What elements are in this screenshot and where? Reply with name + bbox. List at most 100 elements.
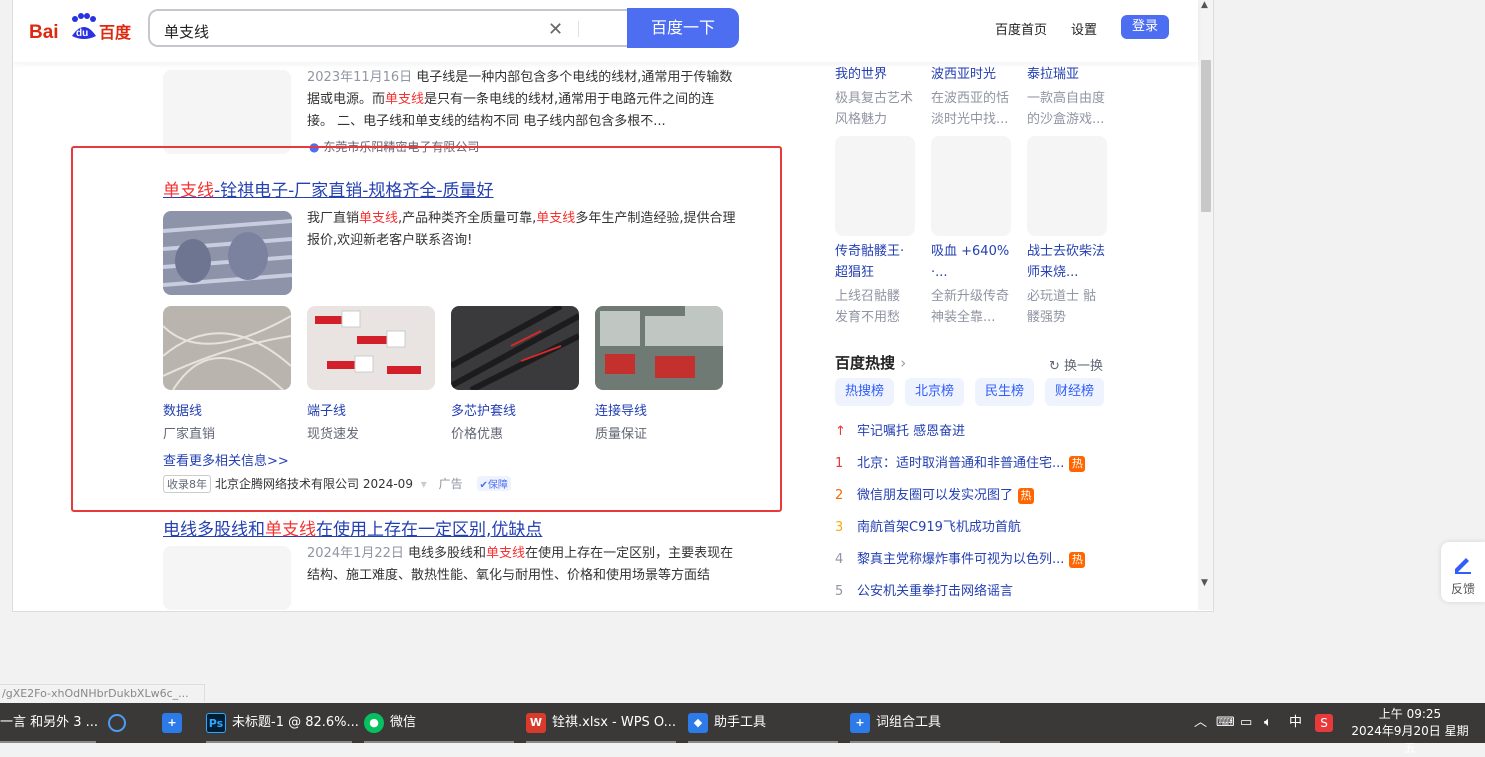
taskbar-item[interactable]: + 词组合工具 xyxy=(850,703,1000,743)
feedback-button[interactable]: 反馈 xyxy=(1441,542,1485,602)
taskbar-item[interactable]: 一言 和另外 3 ... xyxy=(0,703,98,743)
game-desc: 上线召骷髅 xyxy=(835,289,901,304)
ime-indicator[interactable]: 中 xyxy=(1289,703,1302,743)
monitor-icon[interactable]: ▭ xyxy=(1240,703,1252,743)
game-name[interactable]: 超猖狂 xyxy=(835,262,874,283)
ad-main-image[interactable] xyxy=(163,211,292,295)
title-text[interactable]: -铨祺电子-厂家直销-规格齐全-质量好 xyxy=(214,181,494,201)
product-name[interactable]: 连接导线 xyxy=(595,400,647,419)
baidu-home-link[interactable]: 百度首页 xyxy=(995,19,1047,38)
product-image-data-cable[interactable] xyxy=(163,306,291,390)
search-app-icon xyxy=(108,713,126,732)
scrollbar[interactable]: ▲ ▼ xyxy=(1198,0,1213,610)
ad-title-link[interactable]: 单支线-铨祺电子-厂家直销-规格齐全-质量好 xyxy=(163,176,494,201)
product-image-connecting-wire[interactable] xyxy=(595,306,723,390)
title-highlight[interactable]: 单支线 xyxy=(265,520,316,540)
hot-item[interactable]: 2 微信朋友圈可以发实况图了热 xyxy=(835,484,1035,504)
shield-app-icon: ◆ xyxy=(688,712,708,733)
task-label[interactable]: 微信 xyxy=(390,715,416,730)
task-label[interactable]: 一言 和另外 3 ... xyxy=(0,715,98,730)
hot-item-pinned[interactable]: ↑ 牢记嘱托 感恩奋进 xyxy=(835,420,965,439)
wire-image xyxy=(451,306,579,390)
product-image-sheathed-cable[interactable] xyxy=(451,306,579,390)
ad-company[interactable]: 北京企腾网络技术有限公司 2024-09 xyxy=(215,477,413,491)
result-thumbnail[interactable] xyxy=(163,546,291,610)
search-button[interactable]: 百度一下 xyxy=(627,8,739,48)
hot-item-text[interactable]: 黎真主党称爆炸事件可视为以色列... xyxy=(857,552,1064,567)
hot-search-title[interactable]: 百度热搜 › xyxy=(835,352,906,373)
task-label[interactable]: 词组合工具 xyxy=(876,715,941,730)
game-name[interactable]: ·... xyxy=(931,262,948,283)
taskbar-item[interactable]: ● 微信 xyxy=(364,703,514,743)
title-highlight[interactable]: 单支线 xyxy=(163,181,214,201)
tab-hot-list[interactable]: 热搜榜 xyxy=(835,378,895,406)
scrollbar-thumb[interactable] xyxy=(1201,60,1211,212)
task-label[interactable]: 铨祺.xlsx - WPS O... xyxy=(552,715,676,730)
game-thumbnail[interactable] xyxy=(835,136,915,236)
taskbar-item[interactable]: Ps 未标题-1 @ 82.6%... xyxy=(206,703,359,743)
tab-beijing-list[interactable]: 北京榜 xyxy=(905,378,965,406)
hot-item[interactable]: 1 北京：适时取消普通和非普通住宅... 热 xyxy=(835,452,1086,472)
product-name[interactable]: 数据线 xyxy=(163,400,202,419)
game-name[interactable]: 泰拉瑞亚 xyxy=(1027,64,1079,85)
hot-item-text[interactable]: 牢记嘱托 感恩奋进 xyxy=(857,424,965,439)
search-input[interactable]: 单支线 ✕ xyxy=(148,9,628,47)
settings-link[interactable]: 设置 xyxy=(1071,19,1097,38)
task-label[interactable]: 助手工具 xyxy=(714,715,766,730)
taskbar-item[interactable]: + xyxy=(162,703,192,743)
network-icon[interactable]: ⌨ xyxy=(1216,703,1235,743)
hot-item-text[interactable]: 南航首架C919飞机成功首航 xyxy=(857,520,1021,535)
game-name[interactable]: 战士去砍柴法 xyxy=(1027,241,1105,262)
hot-item[interactable]: 4 黎真主党称爆炸事件可视为以色列... 热 xyxy=(835,548,1086,568)
product-image-terminal-wire[interactable] xyxy=(307,306,435,390)
login-button[interactable]: 登录 xyxy=(1121,15,1169,39)
chevron-down-icon[interactable]: ▾ xyxy=(421,477,427,491)
scroll-up-icon[interactable]: ▲ xyxy=(1201,0,1208,10)
scroll-down-icon[interactable]: ▼ xyxy=(1201,578,1208,588)
search-header: Bai du 百度 单支线 ✕ 百度一下 百度首页 设置 登录 xyxy=(13,0,1198,62)
pin-top-icon: ↑ xyxy=(835,424,846,439)
chevron-right-icon[interactable]: › xyxy=(900,354,906,372)
hot-item-text[interactable]: 微信朋友圈可以发实况图了 xyxy=(857,488,1013,503)
refresh-label[interactable]: 换一换 xyxy=(1064,359,1103,374)
title-text[interactable]: 电线多股线和 xyxy=(163,520,265,540)
result-title-link[interactable]: 电线多股线和单支线在使用上存在一定区别,优缺点 xyxy=(163,515,542,540)
volume-icon[interactable]: 🔈︎ xyxy=(1264,703,1272,743)
baidu-logo[interactable]: Bai du 百度 xyxy=(29,10,133,46)
hot-item-text[interactable]: 北京：适时取消普通和非普通住宅... xyxy=(857,456,1064,471)
refresh-button[interactable]: ↻ 换一换 xyxy=(1049,355,1103,374)
product-name[interactable]: 端子线 xyxy=(307,400,346,419)
feedback-label[interactable]: 反馈 xyxy=(1441,580,1485,597)
guarantee-badge[interactable]: ✔保障 xyxy=(476,476,511,491)
hot-title-text[interactable]: 百度热搜 xyxy=(835,354,895,372)
game-name[interactable]: 传奇骷髅王· xyxy=(835,241,904,262)
system-clock[interactable]: 上午 09:25 2024年9月20日 星期五 xyxy=(1350,706,1470,757)
hot-item[interactable]: 3 南航首架C919飞机成功首航 xyxy=(835,516,1021,535)
game-name[interactable]: 我的世界 xyxy=(835,64,887,85)
task-label[interactable]: 未标题-1 @ 82.6%... xyxy=(232,715,359,730)
close-icon[interactable]: ✕ xyxy=(548,19,563,40)
more-info-link[interactable]: 查看更多相关信息>> xyxy=(163,450,289,469)
game-name[interactable]: 吸血 +640% xyxy=(931,241,1009,262)
hot-rank: 2 xyxy=(835,488,844,503)
search-query[interactable]: 单支线 xyxy=(164,21,209,42)
taskbar-item[interactable]: ◆ 助手工具 xyxy=(688,703,838,743)
game-desc: 必玩道士 骷 xyxy=(1027,289,1097,304)
title-text[interactable]: 在使用上存在一定区别,优缺点 xyxy=(316,520,542,540)
hot-rank: 1 xyxy=(835,456,844,471)
product-name[interactable]: 多芯护套线 xyxy=(451,400,516,419)
tab-finance-list[interactable]: 财经榜 xyxy=(1045,378,1105,406)
game-thumbnail[interactable] xyxy=(1027,136,1107,236)
hot-item-text[interactable]: 公安机关重拳打击网络谣言 xyxy=(857,584,1013,599)
sogou-icon[interactable]: S xyxy=(1315,714,1333,732)
game-thumbnail[interactable] xyxy=(931,136,1011,236)
result-thumbnail[interactable] xyxy=(163,70,291,154)
game-name[interactable]: 波西亚时光 xyxy=(931,64,996,85)
chevron-up-icon[interactable]: ︿ xyxy=(1194,703,1207,743)
tab-livelihood-list[interactable]: 民生榜 xyxy=(975,378,1035,406)
taskbar-item[interactable]: W 铨祺.xlsx - WPS O... xyxy=(526,703,676,743)
hot-item[interactable]: 5 公安机关重拳打击网络谣言 xyxy=(835,580,1013,599)
wechat-icon: ● xyxy=(364,712,384,733)
taskbar-item[interactable] xyxy=(108,703,138,743)
game-name[interactable]: 师来烧... xyxy=(1027,262,1078,283)
